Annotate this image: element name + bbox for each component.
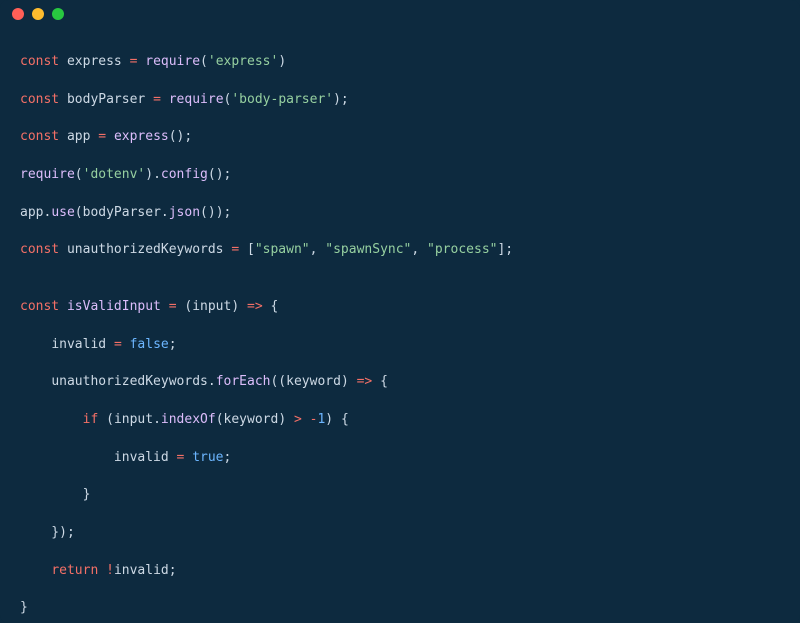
code-line: const isValidInput = (input) => { <box>20 298 780 317</box>
code-line: const app = express(); <box>20 128 780 147</box>
code-line: unauthorizedKeywords.forEach((keyword) =… <box>20 373 780 392</box>
code-line: invalid = true; <box>20 449 780 468</box>
code-line: } <box>20 599 780 618</box>
code-line: invalid = false; <box>20 336 780 355</box>
code-line: const unauthorizedKeywords = ["spawn", "… <box>20 241 780 260</box>
close-icon[interactable] <box>12 8 24 20</box>
code-line: } <box>20 486 780 505</box>
minimize-icon[interactable] <box>32 8 44 20</box>
titlebar <box>0 0 800 28</box>
code-line: return !invalid; <box>20 562 780 581</box>
code-line: const express = require('express') <box>20 53 780 72</box>
editor-window: const express = require('express') const… <box>0 0 800 623</box>
code-line: require('dotenv').config(); <box>20 166 780 185</box>
code-line: app.use(bodyParser.json()); <box>20 204 780 223</box>
code-line: if (input.indexOf(keyword) > -1) { <box>20 411 780 430</box>
code-line: const bodyParser = require('body-parser'… <box>20 91 780 110</box>
maximize-icon[interactable] <box>52 8 64 20</box>
code-line: }); <box>20 524 780 543</box>
code-editor[interactable]: const express = require('express') const… <box>0 28 800 623</box>
